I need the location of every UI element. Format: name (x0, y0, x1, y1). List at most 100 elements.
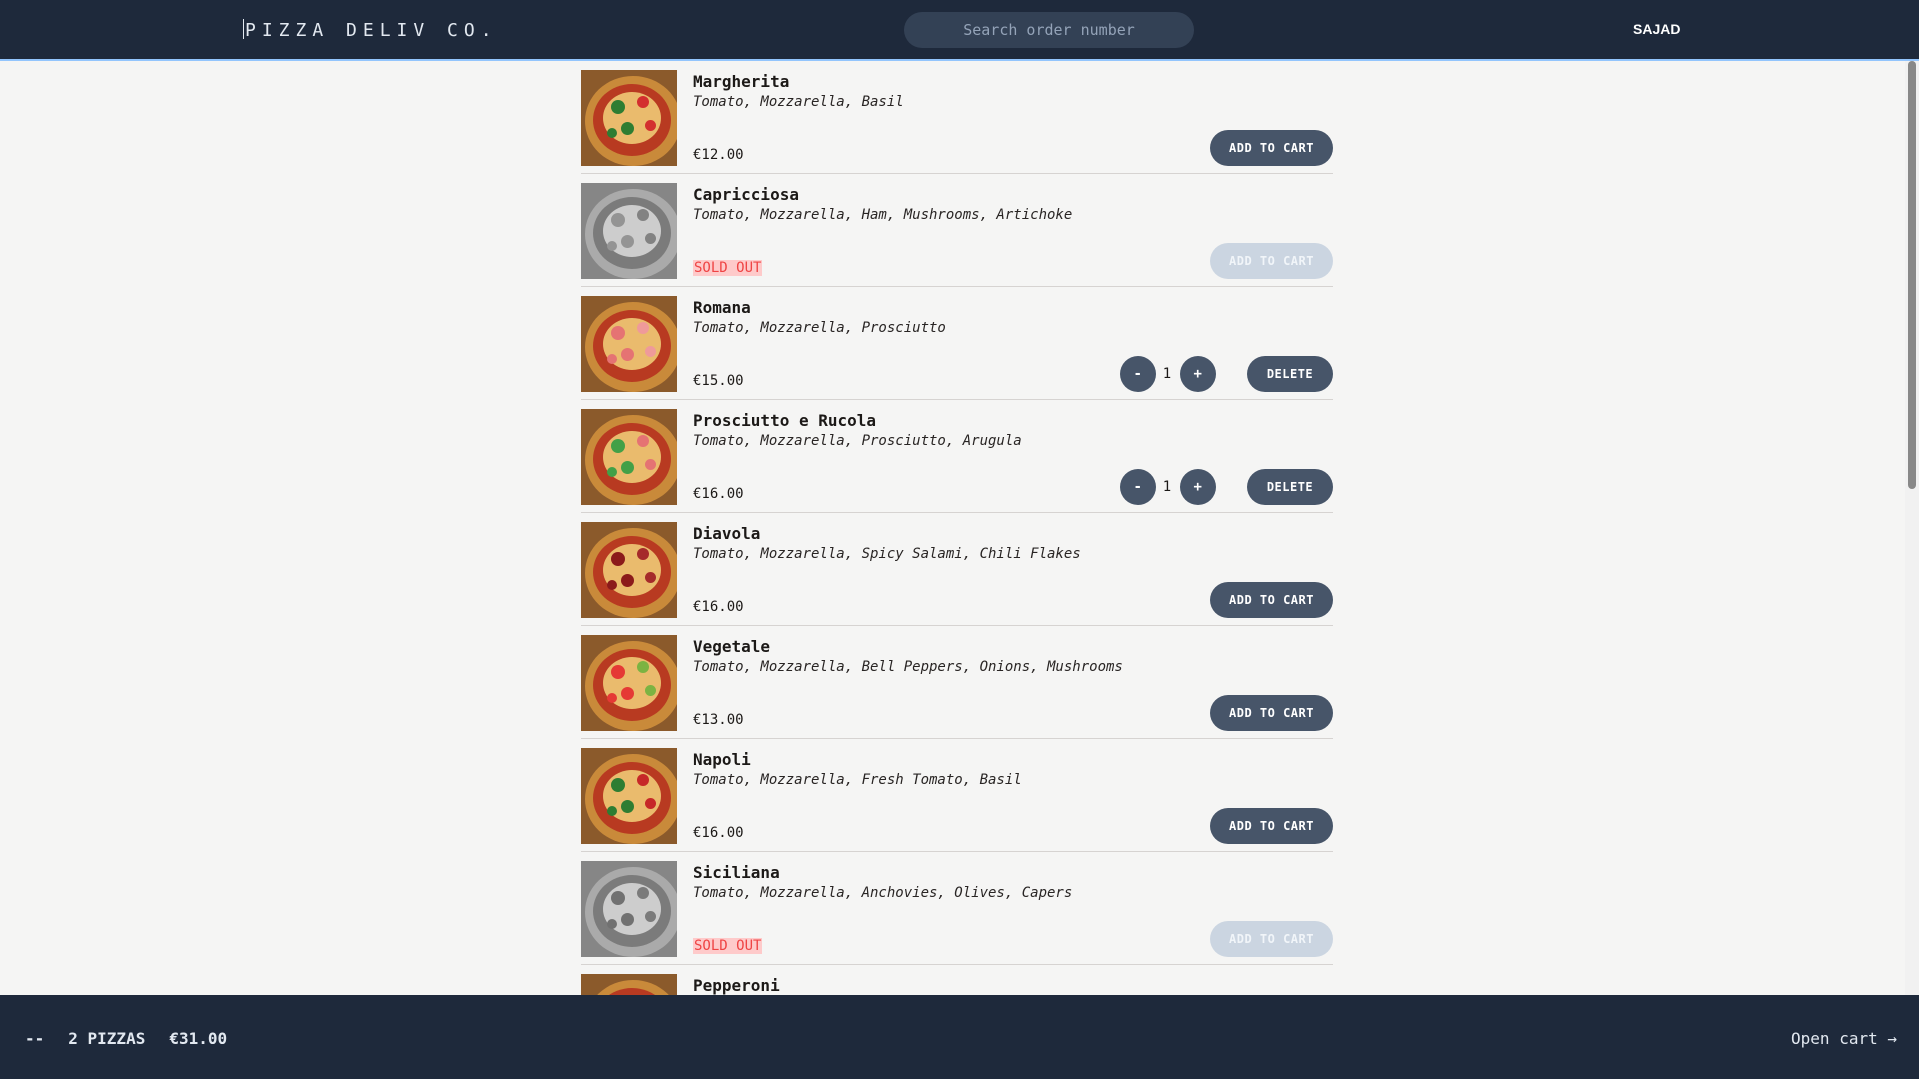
pizza-topping (637, 887, 649, 899)
pizza-topping (611, 326, 625, 340)
pizza-topping (611, 665, 625, 679)
pizza-topping (611, 439, 625, 453)
text-cursor (243, 19, 244, 39)
pizza-image (581, 409, 677, 505)
pizza-image (581, 635, 677, 731)
pizza-topping (621, 687, 634, 700)
pizza-name: Romana (693, 298, 751, 317)
pizza-ingredients: Tomato, Mozzarella, Ham, Mushrooms, Arti… (693, 207, 1073, 223)
pizza-topping (637, 661, 649, 673)
pizza-ingredients: Tomato, Mozzarella, Anchovies, Olives, C… (693, 885, 1073, 901)
pizza-topping (645, 233, 656, 244)
add-to-cart-button[interactable]: ADD TO CART (1210, 243, 1333, 279)
add-to-cart-button[interactable]: ADD TO CART (1210, 808, 1333, 844)
pizza-topping (621, 348, 634, 361)
pizza-topping (645, 459, 656, 470)
pizza-topping (621, 122, 634, 135)
menu-item: Capricciosa Tomato, Mozzarella, Ham, Mus… (581, 174, 1333, 287)
pizza-topping (621, 800, 634, 813)
pizza-image (581, 748, 677, 844)
pizza-topping (637, 774, 649, 786)
menu-item: Diavola Tomato, Mozzarella, Spicy Salami… (581, 513, 1333, 626)
pizza-topping (645, 346, 656, 357)
pizza-image (581, 183, 677, 279)
pizza-topping (637, 96, 649, 108)
menu-item: Napoli Tomato, Mozzarella, Fresh Tomato,… (581, 739, 1333, 852)
logo-text: PIZZA DELIV CO. (245, 20, 498, 41)
pizza-topping (611, 213, 625, 227)
cart-pizza-count: 2 PIZZAS (68, 1029, 146, 1048)
pizza-image (581, 974, 677, 995)
item-quantity: 1 (1162, 479, 1172, 495)
pizza-name: Pepperoni (693, 976, 780, 995)
pizza-ingredients: Tomato, Mozzarella, Prosciutto, Arugula (693, 433, 1022, 449)
pizza-ingredients: Tomato, Mozzarella, Fresh Tomato, Basil (693, 772, 1022, 788)
pizza-image (581, 522, 677, 618)
sold-out-badge: SOLD OUT (693, 938, 763, 954)
scrollbar-thumb[interactable] (1908, 61, 1916, 489)
pizza-name: Siciliana (693, 863, 780, 882)
pizza-price: €15.00 (693, 373, 744, 389)
add-to-cart-button[interactable]: ADD TO CART (1210, 582, 1333, 618)
pizza-topping (621, 461, 634, 474)
menu-item: Romana Tomato, Mozzarella, Prosciutto €15… (581, 287, 1333, 400)
item-quantity: 1 (1162, 366, 1172, 382)
add-to-cart-button[interactable]: ADD TO CART (1210, 695, 1333, 731)
pizza-name: Prosciutto e Rucola (693, 411, 877, 430)
delete-item-button[interactable]: DELETE (1247, 469, 1333, 505)
increase-quantity-button[interactable]: + (1180, 469, 1216, 505)
app-header: PIZZA DELIV CO. SAJAD (0, 0, 1919, 61)
pizza-topping (637, 548, 649, 560)
pizza-topping (637, 322, 649, 334)
delete-item-button[interactable]: DELETE (1247, 356, 1333, 392)
pizza-topping (611, 891, 625, 905)
pizza-topping (621, 913, 634, 926)
pizza-topping (607, 919, 617, 929)
pizza-topping (645, 572, 656, 583)
pizza-topping (607, 354, 617, 364)
pizza-price: €12.00 (693, 147, 744, 163)
pizza-ingredients: Tomato, Mozzarella, Basil (693, 94, 904, 110)
pizza-topping (645, 120, 656, 131)
logo[interactable]: PIZZA DELIV CO. (243, 19, 498, 41)
menu-list: Margherita Tomato, Mozzarella, Basil €12.… (581, 61, 1333, 995)
pizza-name: Diavola (693, 524, 761, 543)
cart-overview: -- 2 PIZZAS €31.00 Open cart → (0, 995, 1919, 1079)
pizza-topping (607, 693, 617, 703)
pizza-topping (611, 100, 625, 114)
search-order-input[interactable] (904, 12, 1194, 48)
menu-item: Vegetale Tomato, Mozzarella, Bell Pepper… (581, 626, 1333, 739)
pizza-topping (607, 806, 617, 816)
cart-total: €31.00 (169, 1029, 228, 1048)
pizza-name: Napoli (693, 750, 751, 769)
pizza-topping (607, 580, 617, 590)
pizza-topping (611, 552, 625, 566)
pizza-image (581, 296, 677, 392)
pizza-topping (611, 778, 625, 792)
sold-out-badge: SOLD OUT (693, 260, 763, 276)
pizza-price: €16.00 (693, 825, 744, 841)
menu-item: Prosciutto e Rucola Tomato, Mozzarella, … (581, 400, 1333, 513)
cart-summary: -- 2 PIZZAS €31.00 (25, 1029, 227, 1048)
add-to-cart-button[interactable]: ADD TO CART (1210, 921, 1333, 957)
increase-quantity-button[interactable]: + (1180, 356, 1216, 392)
pizza-ingredients: Tomato, Mozzarella, Prosciutto (693, 320, 946, 336)
pizza-topping (637, 435, 649, 447)
pizza-ingredients: Tomato, Mozzarella, Spicy Salami, Chili … (693, 546, 1081, 562)
pizza-name: Vegetale (693, 637, 771, 656)
pizza-image (581, 70, 677, 166)
add-to-cart-button[interactable]: ADD TO CART (1210, 130, 1333, 166)
pizza-topping (645, 685, 656, 696)
cart-prefix: -- (25, 1029, 45, 1048)
menu-item: Margherita Tomato, Mozzarella, Basil €12.… (581, 61, 1333, 174)
pizza-name: Capricciosa (693, 185, 799, 204)
open-cart-link[interactable]: Open cart → (1791, 1029, 1897, 1048)
pizza-topping (607, 241, 617, 251)
pizza-name: Margherita (693, 72, 790, 91)
menu-item: Pepperoni (581, 965, 1333, 995)
decrease-quantity-button[interactable]: - (1120, 356, 1156, 392)
pizza-topping (637, 209, 649, 221)
pizza-price: €13.00 (693, 712, 744, 728)
pizza-price: €16.00 (693, 486, 744, 502)
decrease-quantity-button[interactable]: - (1120, 469, 1156, 505)
